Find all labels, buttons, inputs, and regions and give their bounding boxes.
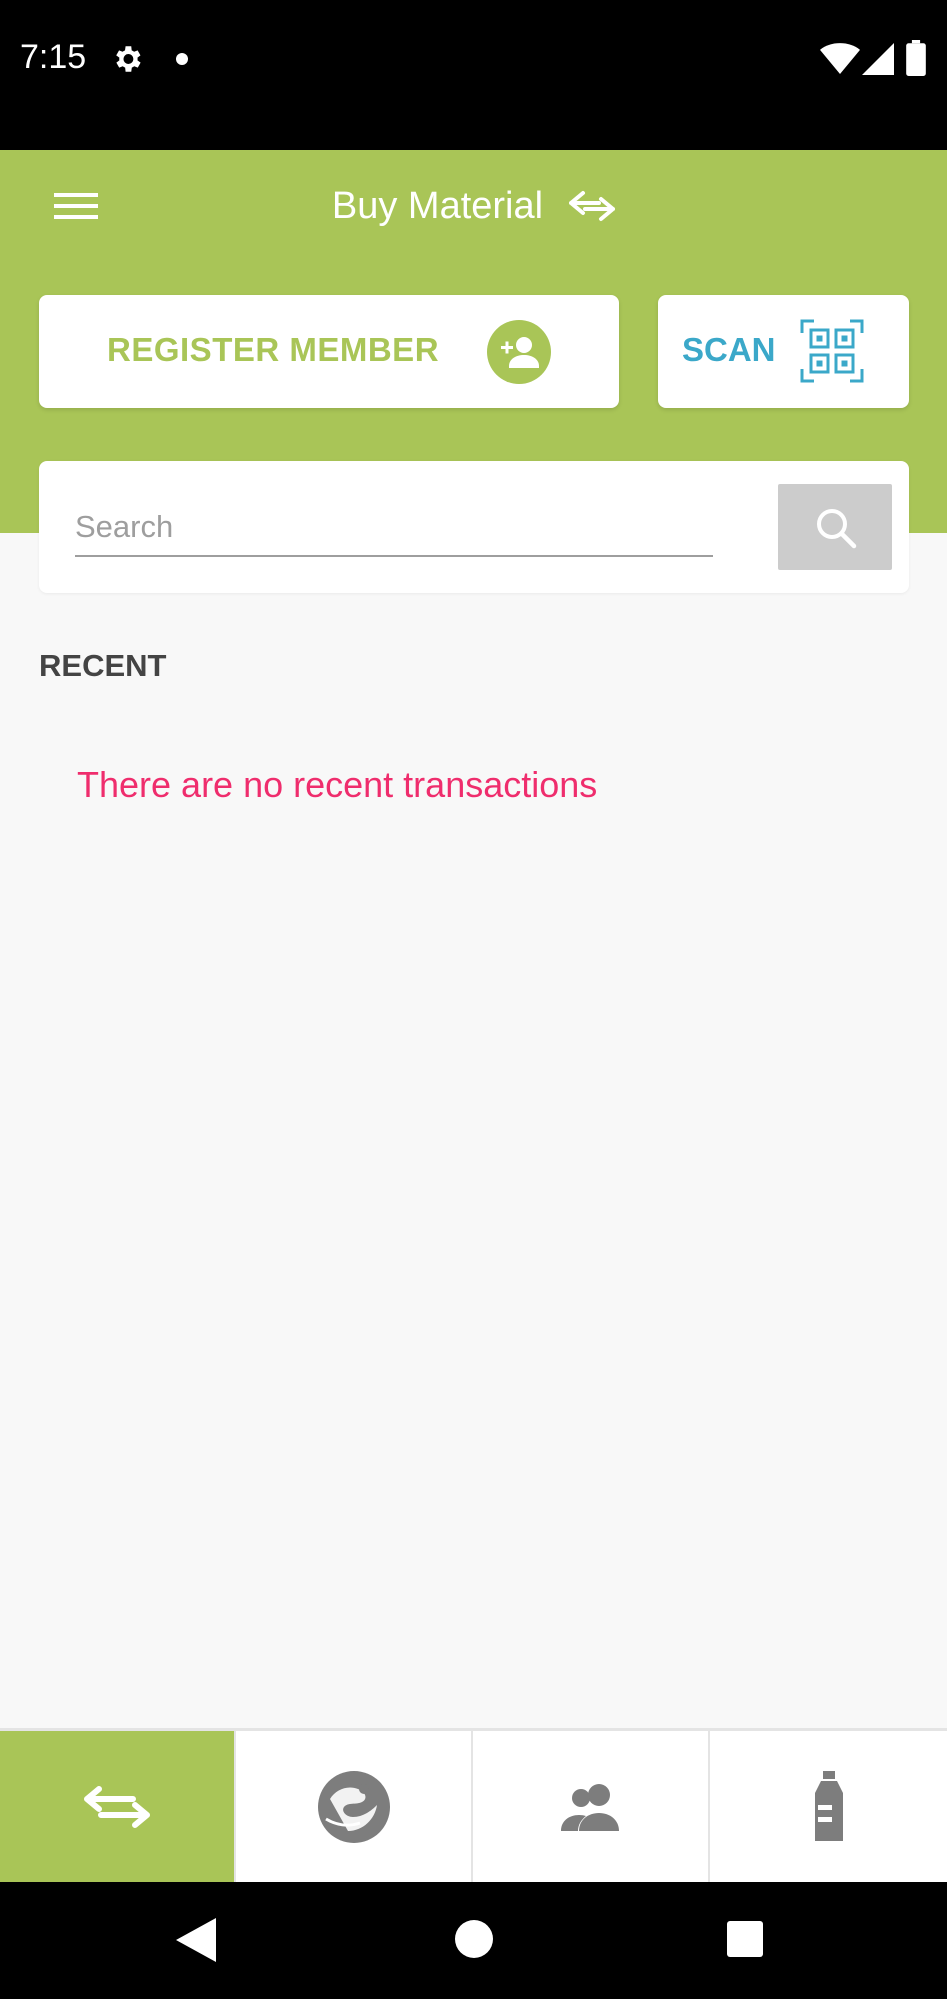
scan-label: SCAN <box>682 331 776 368</box>
page-title: Buy Material <box>331 184 544 227</box>
nav-transactions[interactable] <box>0 1731 236 1882</box>
nav-members[interactable] <box>474 1731 710 1882</box>
nav-materials[interactable] <box>711 1731 947 1882</box>
search-input[interactable] <box>75 499 713 557</box>
swap-arrows-icon <box>569 191 616 221</box>
search-button[interactable] <box>778 484 892 570</box>
back-icon[interactable] <box>176 1918 216 1962</box>
app-screen: 7:15 Buy Material REGISTER MEMBER SCAN S… <box>0 0 947 1999</box>
title-group: Buy Material <box>0 178 947 234</box>
bottle-icon <box>815 1770 843 1841</box>
system-navigation-bar <box>0 1882 947 1999</box>
battery-icon <box>906 40 926 76</box>
members-icon <box>561 1783 619 1831</box>
scan-button[interactable]: SCAN <box>658 295 909 408</box>
register-member-button[interactable]: REGISTER MEMBER <box>39 295 619 408</box>
status-time: 7:15 <box>20 38 87 76</box>
globe-icon <box>318 1770 390 1843</box>
search-card <box>39 461 909 593</box>
transactions-icon <box>84 1785 150 1828</box>
wifi-icon <box>820 43 860 74</box>
recent-heading: RECENT <box>39 648 167 683</box>
recents-icon[interactable] <box>727 1921 763 1957</box>
register-member-label: REGISTER MEMBER <box>107 331 440 368</box>
notification-dot-icon <box>176 53 188 65</box>
status-bar: 7:15 <box>0 0 947 150</box>
cell-signal-icon <box>862 43 894 75</box>
qr-code-icon <box>800 319 864 383</box>
gear-icon <box>116 46 141 72</box>
bottom-navigation <box>0 1728 947 1882</box>
empty-state-message: There are no recent transactions <box>77 764 598 805</box>
home-icon[interactable] <box>455 1920 493 1958</box>
search-icon <box>817 509 857 549</box>
nav-globe[interactable] <box>237 1731 473 1882</box>
add-person-icon <box>487 320 551 384</box>
